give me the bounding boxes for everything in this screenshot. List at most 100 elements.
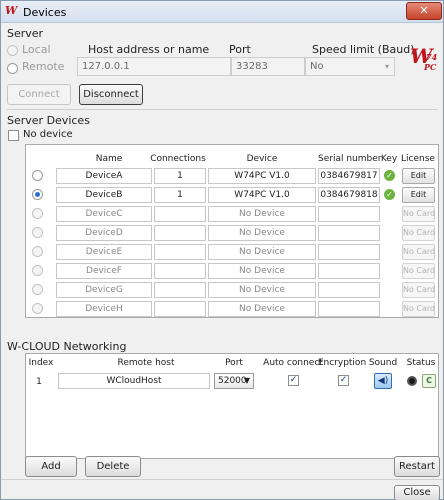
license-no-card-button[interactable]: No Card (402, 263, 435, 279)
no-device-label: No device (23, 129, 73, 140)
remote-radio[interactable] (7, 63, 18, 74)
device-type-field: No Device (208, 206, 316, 222)
no-device-checkbox[interactable] (8, 130, 19, 141)
device-select-radio[interactable] (32, 170, 43, 181)
col-header-port: Port (225, 358, 243, 368)
device-connections-field: 1 (154, 187, 206, 203)
device-type-field: No Device (208, 263, 316, 279)
device-connections-field (154, 263, 206, 279)
delete-button[interactable]: Delete (85, 456, 141, 477)
license-no-card-button[interactable]: No Card (402, 301, 435, 317)
chevron-down-icon: ▾ (384, 62, 389, 71)
divider (7, 109, 437, 110)
device-name-field[interactable]: DeviceD (56, 225, 152, 241)
device-select-radio[interactable] (32, 227, 43, 238)
wcloud-table: Index Remote host Port Auto connect Encr… (25, 353, 439, 459)
col-header-license: License (401, 154, 435, 164)
device-name-field[interactable]: DeviceG (56, 282, 152, 298)
remote-label: Remote (22, 60, 65, 73)
device-serial-field (318, 282, 380, 298)
device-connections-field: 1 (154, 168, 206, 184)
device-name-field[interactable]: DeviceF (56, 263, 152, 279)
app-icon: W (5, 4, 18, 17)
device-connections-field (154, 301, 206, 317)
device-serial-field (318, 263, 380, 279)
license-no-card-button[interactable]: No Card (402, 206, 435, 222)
col-header-serial: Serial number (318, 154, 382, 164)
device-select-radio[interactable] (32, 265, 43, 276)
device-name-field[interactable]: DeviceH (56, 301, 152, 317)
brand-logo-sub: PC (424, 62, 437, 72)
speaker-icon[interactable]: ◀) (374, 373, 392, 389)
footer-divider (1, 479, 443, 480)
speed-header: Speed limit (Baud) (312, 43, 415, 56)
speed-limit-select[interactable]: No ▾ (305, 57, 395, 76)
license-no-card-button[interactable]: No Card (402, 225, 435, 241)
device-type-field: W74PC V1.0 (208, 168, 316, 184)
device-name-field[interactable]: DeviceB (56, 187, 152, 203)
title-bar: W Devices ✕ (1, 1, 443, 23)
encryption-checkbox[interactable]: ✓ (338, 375, 349, 386)
auto-connect-checkbox[interactable]: ✓ (288, 375, 299, 386)
close-button[interactable]: Close (394, 485, 440, 500)
wcloud-index: 1 (36, 377, 42, 387)
col-header-connections: Connections (150, 154, 206, 164)
brand-logo-num: 74 (426, 52, 438, 62)
port-input[interactable]: 33283 (231, 57, 305, 76)
license-no-card-button[interactable]: No Card (402, 282, 435, 298)
server-devices-table: Name Connections Device Serial number Ke… (25, 144, 439, 318)
devices-window: W Devices ✕ Server Local Host address or… (0, 0, 444, 500)
host-header: Host address or name (88, 43, 210, 56)
window-close-button[interactable]: ✕ (406, 2, 442, 20)
device-select-radio[interactable] (32, 189, 43, 200)
device-serial-field (318, 244, 380, 260)
device-connections-field (154, 206, 206, 222)
device-select-radio[interactable] (32, 303, 43, 314)
device-serial-field: 0384679817 (318, 168, 380, 184)
device-select-radio[interactable] (32, 208, 43, 219)
col-header-status: Status (406, 358, 436, 368)
add-button[interactable]: Add (25, 456, 77, 477)
col-header-device: Device (246, 154, 278, 164)
local-label: Local (22, 43, 51, 56)
key-ok-icon: ✓ (384, 170, 395, 181)
col-header-name: Name (95, 154, 123, 164)
device-connections-field (154, 225, 206, 241)
device-type-field: No Device (208, 282, 316, 298)
chevron-down-icon: ▼ (243, 376, 250, 385)
port-select-value: 52000 (218, 376, 247, 386)
device-serial-field (318, 301, 380, 317)
device-type-field: No Device (208, 301, 316, 317)
disconnect-button[interactable]: Disconnect (79, 84, 143, 105)
license-edit-button[interactable]: Edit (402, 168, 435, 184)
device-serial-field: 0384679818 (318, 187, 380, 203)
device-type-field: No Device (208, 225, 316, 241)
window-title: Devices (23, 6, 67, 19)
license-edit-button[interactable]: Edit (402, 187, 435, 203)
col-header-encryption: Encryption (317, 358, 367, 368)
device-select-radio[interactable] (32, 284, 43, 295)
device-select-radio[interactable] (32, 246, 43, 257)
host-address-input[interactable]: 127.0.0.1 (77, 57, 231, 76)
device-name-field[interactable]: DeviceA (56, 168, 152, 184)
restart-button[interactable]: Restart (394, 456, 440, 477)
wcloud-section-label: W-CLOUD Networking (7, 340, 127, 353)
device-name-field[interactable]: DeviceE (56, 244, 152, 260)
w74pc-logo: W 74 PC (410, 44, 437, 72)
col-header-key: Key (380, 154, 398, 164)
col-header-sound: Sound (368, 358, 398, 368)
device-name-field[interactable]: DeviceC (56, 206, 152, 222)
key-ok-icon: ✓ (384, 189, 395, 200)
remote-host-input[interactable]: WCloudHost (58, 373, 210, 389)
port-select[interactable]: 52000 ▼ (214, 373, 254, 389)
connect-button[interactable]: Connect (7, 84, 71, 105)
local-radio[interactable] (7, 45, 18, 56)
connect-status-button[interactable]: C (422, 374, 436, 388)
device-serial-field (318, 206, 380, 222)
device-connections-field (154, 282, 206, 298)
col-header-index: Index (28, 358, 54, 368)
col-header-remote-host: Remote host (117, 358, 175, 368)
license-no-card-button[interactable]: No Card (402, 244, 435, 260)
device-type-field: W74PC V1.0 (208, 187, 316, 203)
server-section-label: Server (7, 27, 44, 40)
